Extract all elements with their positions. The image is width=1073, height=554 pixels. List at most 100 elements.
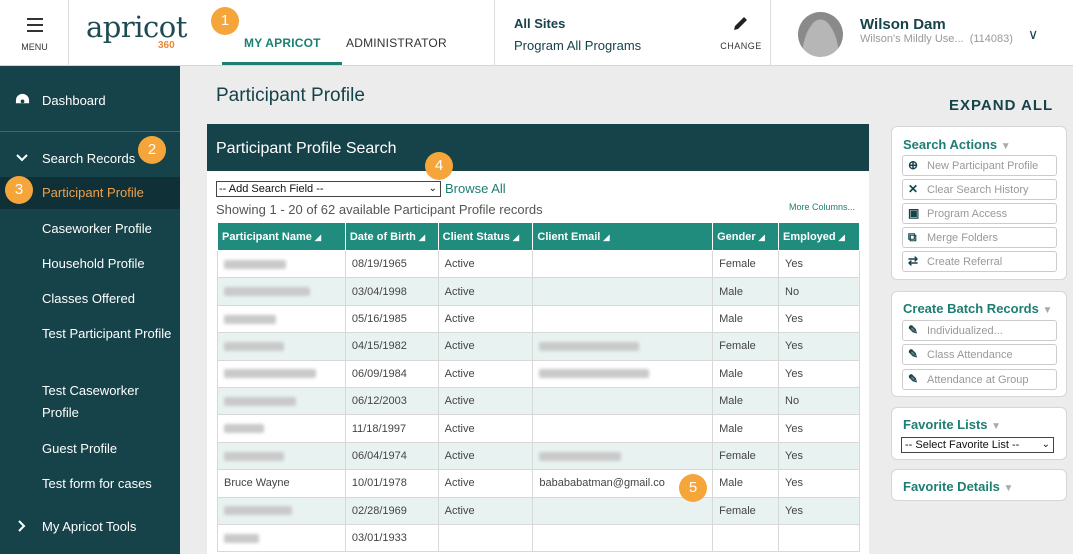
browse-all-link[interactable]: Browse All	[445, 181, 506, 196]
sidebar-item-test-participant-profile[interactable]: Test Participant Profile	[0, 323, 180, 367]
table-cell-status: Active	[437, 414, 534, 443]
favorite-lists-title[interactable]: Favorite Lists ▼	[903, 417, 1001, 432]
table-cell-name	[217, 414, 346, 443]
search-actions-title[interactable]: Search Actions ▼	[903, 137, 1011, 152]
chevron-down-icon[interactable]: ∨	[1028, 26, 1038, 43]
table-row[interactable]: Bruce Wayne 10/01/1978 Active babababatman@…	[217, 469, 860, 498]
redacted-text	[224, 287, 310, 297]
sidebar-item-my-apricot-tools[interactable]: My Apricot Tools	[0, 516, 180, 538]
more-columns-link[interactable]: More Columns...	[789, 202, 855, 212]
table-cell-name	[217, 304, 346, 334]
table-row[interactable]: 02/28/1969 Active Female Yes	[217, 496, 860, 525]
table-cell-dob: 03/04/1998	[344, 277, 439, 306]
table-row[interactable]: 03/04/1998 Active Male No	[217, 277, 860, 306]
column-header-date-of-birth[interactable]: Date of Birth ◢	[344, 222, 439, 251]
column-header-gender[interactable]: Gender ◢	[712, 222, 780, 251]
table-row[interactable]: 06/12/2003 Active Male No	[217, 386, 860, 416]
batch-records-title[interactable]: Create Batch Records ▼	[903, 301, 1052, 316]
table-cell-name	[217, 523, 346, 553]
table-cell-status: Active	[437, 277, 534, 306]
attendance-at-group-button[interactable]: ✎ Attendance at Group	[902, 369, 1057, 390]
table-cell-employed: Yes	[778, 414, 860, 443]
column-header-client-status[interactable]: Client Status ◢	[437, 222, 534, 251]
redacted-text	[224, 369, 316, 379]
table-row[interactable]: 06/09/1984 Active Male Yes	[217, 359, 860, 388]
divider	[0, 131, 180, 132]
favorite-list-select[interactable]: -- Select Favorite List -- ⌄	[901, 437, 1054, 453]
change-button[interactable]: CHANGE	[718, 14, 764, 51]
tab-administrator[interactable]: ADMINISTRATOR	[346, 36, 447, 50]
table-cell-dob: 03/01/1933	[344, 523, 439, 553]
class-attendance-button[interactable]: ✎ Class Attendance	[902, 344, 1057, 365]
table-row[interactable]: 06/04/1974 Active Female Yes	[217, 441, 860, 471]
table-cell-email	[532, 523, 714, 553]
table-cell-dob: 11/18/1997	[344, 414, 439, 443]
apricot-logo[interactable]: apricot	[86, 10, 187, 44]
new-participant-profile-button[interactable]: ⊕ New Participant Profile	[902, 155, 1057, 176]
sidebar-item-test-caseworker-profile[interactable]: Test Caseworker Profile	[0, 380, 180, 424]
redacted-text	[224, 451, 284, 461]
table-cell-email	[532, 359, 714, 388]
sidebar-item-classes-offered[interactable]: Classes Offered	[0, 288, 180, 310]
table-row[interactable]: 05/16/1985 Active Male Yes	[217, 304, 860, 334]
column-header-client-email[interactable]: Client Email ◢	[532, 222, 714, 251]
clear-search-history-button[interactable]: ✕ Clear Search History	[902, 179, 1057, 200]
table-cell-employed: No	[778, 386, 860, 416]
table-cell-gender	[712, 523, 780, 553]
table-cell-email	[532, 304, 714, 334]
redacted-text	[224, 506, 292, 516]
table-cell-email	[532, 386, 714, 416]
sidebar-item-label: Household Profile	[42, 256, 145, 271]
table-cell-name	[217, 496, 346, 525]
callout-badge: 3	[5, 176, 33, 204]
table-cell-email	[532, 332, 714, 361]
favorite-details-title[interactable]: Favorite Details ▼	[903, 479, 1013, 494]
column-header-participant-name[interactable]: Participant Name ◢	[217, 222, 346, 251]
individualized-button[interactable]: ✎ Individualized...	[902, 320, 1057, 341]
create-referral-button[interactable]: ⇄ Create Referral	[902, 251, 1057, 272]
search-actions-box: Search Actions ▼ ⊕ New Participant Profil…	[891, 126, 1067, 280]
merge-folders-button[interactable]: ⧉ Merge Folders	[902, 227, 1057, 248]
table-cell-employed: Yes	[778, 332, 860, 361]
table-row[interactable]: 11/18/1997 Active Male Yes	[217, 414, 860, 443]
table-cell-employed: Yes	[778, 249, 860, 279]
redacted-text	[539, 341, 640, 351]
table-cell-dob: 02/28/1969	[344, 496, 439, 525]
sidebar-item-guest-profile[interactable]: Guest Profile	[0, 438, 180, 460]
merge-icon: ⧉	[908, 230, 917, 244]
table-cell-gender: Male	[712, 277, 780, 306]
batch-records-box: Create Batch Records ▼ ✎ Individualized..…	[891, 291, 1067, 397]
top-bar: MENU apricot 360 MY APRICOT ADMINISTRATO…	[0, 0, 1073, 66]
tab-my-apricot[interactable]: MY APRICOT	[244, 36, 321, 50]
pencil-icon: ✎	[908, 347, 919, 361]
sidebar-item-label: Test Caseworker Profile	[42, 383, 139, 420]
pencil-icon: ✎	[908, 372, 919, 386]
sidebar-item-household-profile[interactable]: Household Profile	[0, 253, 180, 275]
table-row[interactable]: 03/01/1933	[217, 523, 860, 553]
sidebar-item-dashboard[interactable]: Dashboard	[0, 90, 180, 112]
chevron-down-icon: ⌄	[1041, 439, 1050, 450]
add-search-field-select[interactable]: -- Add Search Field -- ⌄	[216, 181, 441, 197]
table-cell-status: Active	[437, 441, 534, 471]
table-cell-gender: Male	[712, 304, 780, 334]
table-cell-status: Active	[437, 496, 534, 525]
program-access-button[interactable]: ▣ Program Access	[902, 203, 1057, 224]
table-cell-name	[217, 386, 346, 416]
table-row[interactable]: 08/19/1965 Active Female Yes	[217, 249, 860, 279]
table-cell-status: Active	[437, 359, 534, 388]
chevron-down-icon	[15, 151, 29, 168]
expand-all-button[interactable]: EXPAND ALL	[949, 97, 1053, 114]
table-row[interactable]: 04/15/1982 Active Female Yes	[217, 332, 860, 361]
sidebar-item-label: Classes Offered	[42, 291, 135, 306]
site-selector: All Sites Program All Programs CHANGE	[494, 0, 771, 66]
sidebar-item-test-form-for-cases[interactable]: Test form for cases	[0, 473, 180, 495]
change-label: CHANGE	[720, 41, 762, 51]
plus-circle-icon: ⊕	[908, 158, 919, 172]
sites-program: Program All Programs	[514, 38, 642, 53]
table-cell-dob: 06/04/1974	[344, 441, 439, 471]
table-cell-name	[217, 249, 346, 279]
menu-button[interactable]: MENU	[0, 0, 69, 66]
sidebar-item-caseworker-profile[interactable]: Caseworker Profile	[0, 218, 180, 240]
column-header-employed[interactable]: Employed ◢	[778, 222, 860, 251]
table-cell-status	[437, 523, 534, 553]
